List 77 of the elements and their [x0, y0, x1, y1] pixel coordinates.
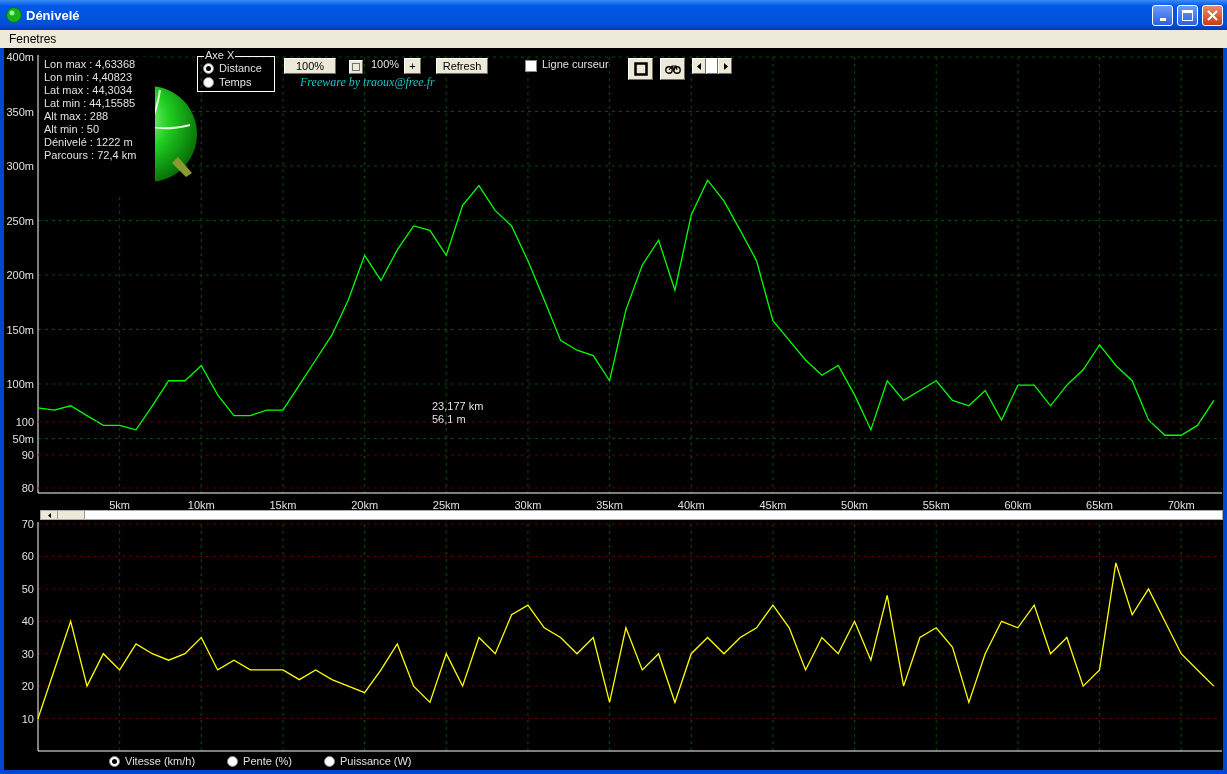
cursor-readout: 23,177 km — [432, 400, 484, 412]
axis-label: 50km — [841, 499, 868, 510]
info-line: Lon max : 4,63368 — [44, 58, 136, 71]
zoom-value: 100% — [371, 58, 400, 70]
axis-label: 50m — [12, 432, 34, 445]
info-line: Alt min : 50 — [44, 123, 100, 136]
left-arrow-icon — [696, 62, 702, 70]
axis-label: 100 — [15, 416, 34, 428]
checkbox[interactable] — [525, 60, 537, 72]
axis-label: 30 — [21, 647, 34, 660]
radio-button[interactable]: Vitesse (km/h) — [109, 754, 196, 768]
radio-button[interactable]: Pente (%) — [227, 754, 292, 768]
axis-label: 45km — [759, 499, 787, 510]
axis-label: 350m — [6, 105, 34, 118]
axis-label: 20km — [351, 499, 379, 510]
axis-label: 60km — [1004, 499, 1032, 510]
minimize-button[interactable] — [1152, 4, 1173, 26]
cursor-readout: 56,1 m — [432, 413, 466, 425]
axis-label: 70km — [1167, 499, 1195, 510]
axis-label: 10 — [21, 712, 34, 725]
radio-button[interactable]: Puissance (W) — [324, 754, 412, 768]
plus-button[interactable]: + — [404, 58, 421, 74]
credit-text: Freeware by traoux@free.fr — [300, 75, 435, 90]
axis-label: 150m — [6, 323, 34, 336]
radio-button[interactable]: Distance — [203, 61, 262, 75]
menu-item[interactable]: Fenetres — [4, 32, 62, 46]
axis-label: 200m — [6, 269, 34, 281]
scroll-left-button[interactable] — [41, 511, 58, 519]
scroll-thumb[interactable] — [58, 511, 85, 519]
maximize-icon — [1182, 9, 1193, 21]
zoom-button[interactable]: 100% — [284, 58, 336, 74]
scroll-right-button[interactable] — [718, 58, 732, 74]
axis-label: 50 — [21, 582, 34, 595]
axis-label: 60 — [21, 550, 34, 563]
axis-label: 65km — [1086, 499, 1113, 510]
axis-label: 20 — [21, 680, 34, 693]
info-line: Lat min : 44,15585 — [44, 97, 136, 110]
axis-label: 35km — [596, 499, 624, 510]
refresh-button[interactable]: Refresh — [436, 58, 488, 74]
axis-label: 10km — [187, 499, 215, 510]
right-arrow-icon — [722, 62, 728, 70]
window-title: Dénivelé — [26, 7, 81, 23]
axis-label: 70 — [21, 520, 34, 530]
axis-label: 250m — [6, 214, 34, 227]
square-button[interactable] — [628, 58, 653, 80]
globe-icon — [6, 7, 22, 23]
info-line: Dénivelé : 1222 m — [44, 136, 133, 149]
bicycle-button[interactable] — [660, 58, 685, 80]
axis-label: 30km — [514, 499, 542, 510]
axis-label: 400m — [6, 51, 34, 63]
checkbox-label: Ligne curseur — [542, 58, 609, 70]
axis-label: 25km — [432, 499, 460, 510]
maximize-button[interactable] — [1177, 4, 1198, 26]
info-line: Parcours : 72,4 km — [44, 149, 137, 162]
axis-label: 55km — [922, 499, 950, 510]
dotted-square-icon — [352, 63, 360, 71]
horizontal-scrollbar[interactable] — [40, 510, 1223, 520]
info-line: Lat max : 44,3034 — [44, 84, 133, 97]
minimize-icon — [1159, 17, 1166, 21]
radio-button[interactable]: Temps — [203, 75, 252, 89]
axis-label: 5km — [109, 499, 131, 510]
info-line: Alt max : 288 — [44, 110, 109, 123]
info-line: Lon min : 4,40823 — [44, 71, 133, 84]
close-icon — [1207, 9, 1218, 21]
axis-label: 40 — [21, 615, 34, 628]
axis-label: 90 — [21, 449, 34, 461]
left-arrow-icon — [47, 512, 51, 518]
axis-label: 80 — [21, 482, 34, 494]
bicycle-icon — [664, 64, 681, 74]
axis-label: 100m — [6, 378, 34, 390]
axis-label: 300m — [6, 160, 34, 172]
square-icon — [633, 62, 648, 76]
axis-label: 40km — [677, 499, 705, 510]
close-button[interactable] — [1202, 4, 1223, 26]
group-title: Axe X — [204, 49, 236, 62]
axis-label: 15km — [269, 499, 297, 510]
zoom-box-button[interactable] — [349, 60, 363, 74]
